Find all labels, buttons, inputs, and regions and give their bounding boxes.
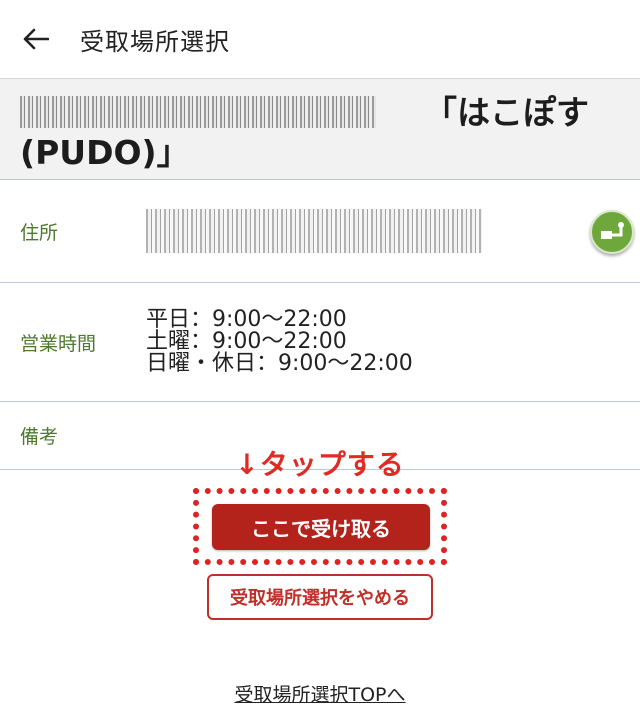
hours-value: 平日：9:00～22:00 土曜：9:00～22:00 日曜・休日：9:00～2…	[146, 309, 413, 375]
redacted-address	[146, 209, 482, 253]
hours-label: 営業時間	[20, 332, 97, 355]
hours-weekday: 平日：9:00～22:00	[146, 307, 347, 332]
hours-sunday-holiday: 日曜・休日：9:00～22:00	[146, 351, 413, 376]
hours-saturday: 土曜：9:00～22:00	[146, 329, 347, 354]
store-name-block: 「はこぽす (PUDO)」	[0, 78, 640, 180]
address-value	[146, 209, 482, 253]
receive-here-button[interactable]: ここで受け取る	[212, 504, 430, 550]
address-label: 住所	[20, 221, 59, 244]
address-row: 住所	[0, 180, 640, 283]
store-info-table: 住所 営業時間 平日：9:00～22:00 土曜：9:00～22:00 日曜・休…	[0, 180, 640, 470]
page-title: 受取場所選択	[80, 27, 230, 56]
store-name: 「はこぽす (PUDO)」	[20, 93, 622, 173]
cancel-selection-button[interactable]: 受取場所選択をやめる	[207, 574, 433, 620]
tap-hint-annotation: ↓タップする	[235, 448, 405, 481]
store-name-suffix: 「はこぽす	[424, 93, 589, 132]
arrow-left-icon[interactable]	[22, 25, 50, 53]
hours-row: 営業時間 平日：9:00～22:00 土曜：9:00～22:00 日曜・休日：9…	[0, 283, 640, 402]
selection-top-link[interactable]: 受取場所選択TOPへ	[0, 680, 640, 707]
map-route-button[interactable]	[590, 210, 634, 254]
map-route-icon	[601, 222, 624, 239]
redacted-store-name	[20, 96, 376, 128]
store-name-line2: (PUDO)」	[20, 133, 190, 172]
app-header: 受取場所選択	[0, 0, 640, 78]
